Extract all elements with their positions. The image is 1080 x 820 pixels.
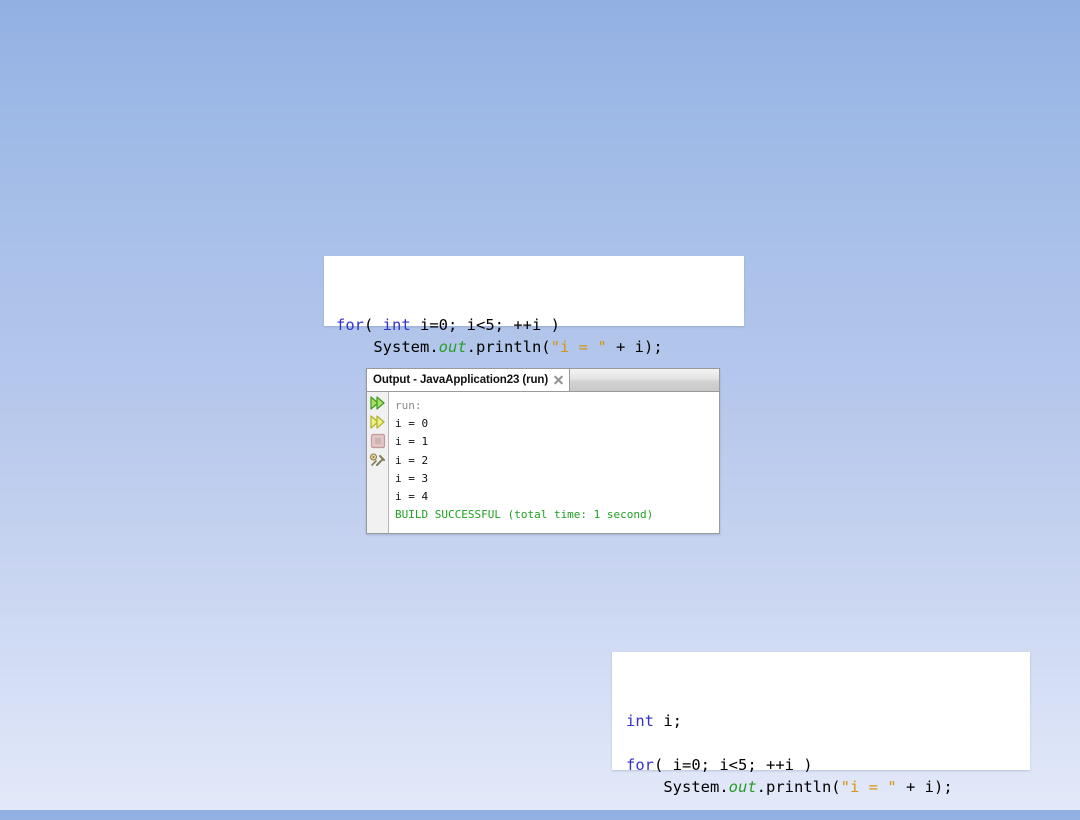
- code-line: for( int i=0; i<5; ++i ): [336, 314, 744, 336]
- code-token-kw: int: [626, 712, 654, 730]
- code-token-plain: System.: [336, 338, 439, 356]
- code-token-kw: for: [336, 316, 364, 334]
- code-token-kw: for: [626, 756, 654, 774]
- code-token-field: out: [438, 338, 467, 356]
- code-line: int i;: [626, 710, 1030, 732]
- output-line: i = 0: [395, 417, 429, 431]
- code-lines-top: for( int i=0; i<5; ++i ) System.out.prin…: [336, 314, 744, 358]
- code-token-kw: int: [382, 316, 411, 334]
- rerun-icon[interactable]: [369, 395, 387, 411]
- output-window[interactable]: Output - JavaApplication23 (run) run: i =…: [366, 368, 720, 534]
- output-line: i = 1: [395, 435, 429, 449]
- output-line: run:: [395, 399, 422, 412]
- code-token-plain: + i);: [896, 778, 953, 796]
- output-text-area[interactable]: run: i = 0 i = 1 i = 2 i = 3 i = 4 BUILD SUCCE…: [389, 392, 719, 533]
- output-tab-label: Output - JavaApplication23 (run): [373, 374, 549, 386]
- output-line: i = 4: [395, 490, 429, 504]
- stop-icon: [369, 433, 387, 449]
- code-token-plain: i;: [654, 712, 682, 730]
- slide-canvas: { "background": { "top_color": "#92b0e3"…: [0, 0, 1080, 810]
- output-tab[interactable]: Output - JavaApplication23 (run): [367, 369, 571, 391]
- code-token-plain: + i);: [606, 338, 663, 356]
- code-token-field: out: [728, 778, 757, 796]
- declared-variable-code-snippet: int i; for( i=0; i<5; ++i ) System.out.p…: [612, 652, 1030, 796]
- output-line: i = 3: [395, 471, 429, 485]
- code-token-plain: .println(: [756, 778, 841, 796]
- close-icon[interactable]: [553, 375, 564, 386]
- output-tab-bar: Output - JavaApplication23 (run): [367, 369, 719, 392]
- code-token-str: "i = ": [840, 778, 897, 796]
- tab-bar-filler: [570, 369, 719, 391]
- output-toolbar: [367, 392, 389, 533]
- code-lines-bottom: int i; for( i=0; i<5; ++i ) System.out.p…: [626, 710, 1030, 798]
- code-token-plain: System.: [626, 778, 729, 796]
- code-line: System.out.println("i = " + i);: [626, 776, 1030, 798]
- output-line: i = 2: [395, 453, 429, 467]
- code-token-plain: (: [364, 316, 383, 334]
- code-token-plain: ( i=0; i<5; ++i ): [654, 756, 813, 774]
- code-token-str: "i = ": [550, 338, 607, 356]
- code-line: for( i=0; i<5; ++i ): [626, 754, 1030, 776]
- settings-wrench-icon[interactable]: [369, 452, 387, 468]
- output-body: run: i = 0 i = 1 i = 2 i = 3 i = 4 BUILD SUCCE…: [367, 392, 719, 533]
- code-token-plain: i=0; i<5; ++i ): [410, 316, 560, 334]
- for-loop-code-snippet: for( int i=0; i<5; ++i ) System.out.prin…: [324, 256, 744, 356]
- output-line: BUILD SUCCESSFUL (total time: 1 second): [395, 508, 654, 522]
- code-line: System.out.println("i = " + i);: [336, 336, 744, 358]
- rerun-alt-icon[interactable]: [369, 414, 387, 430]
- code-token-plain: .println(: [466, 338, 551, 356]
